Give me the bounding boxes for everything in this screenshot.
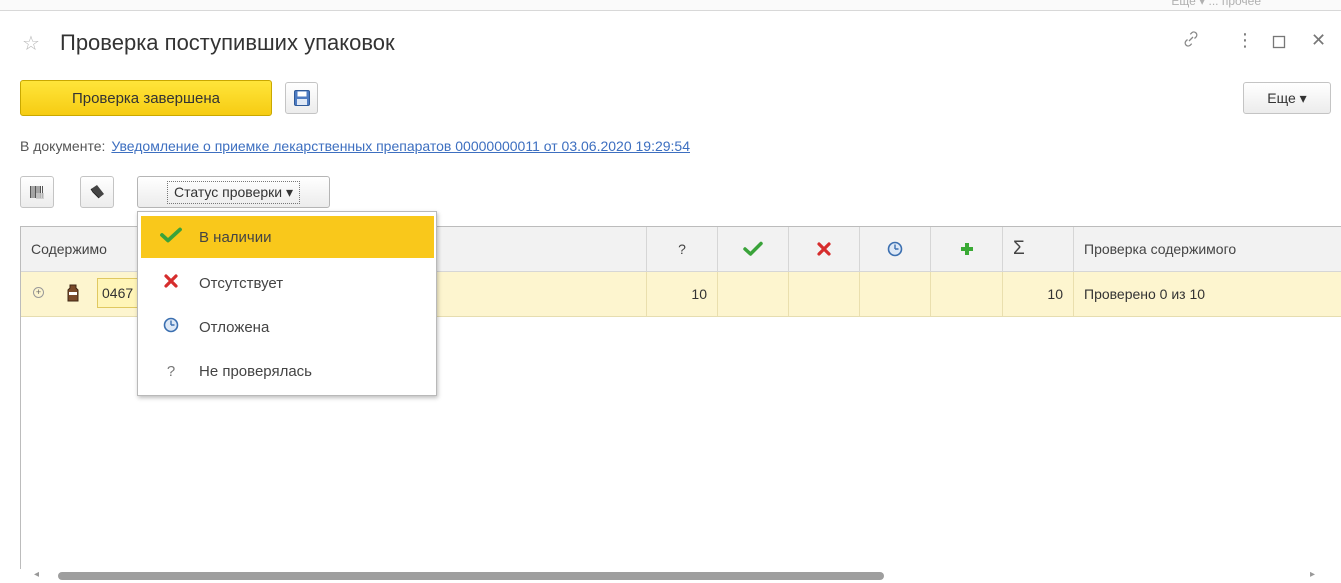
cell-present — [718, 272, 789, 316]
menu-item-label: В наличии — [199, 228, 272, 246]
cross-icon — [153, 273, 189, 293]
column-total[interactable]: Σ — [1003, 227, 1074, 271]
background-window-strip: Еще ▾ ... прочее — [0, 0, 1341, 11]
check-icon — [153, 227, 189, 247]
status-filter-label: Статус проверки ▾ — [166, 180, 300, 204]
cell-absent — [789, 272, 860, 316]
plus-icon — [960, 243, 973, 255]
menu-item-postponed[interactable]: Отложена — [141, 306, 434, 348]
column-present[interactable] — [718, 227, 789, 271]
question-icon: ? — [166, 362, 176, 380]
link-icon[interactable] — [1182, 30, 1200, 53]
scroll-left-arrow-icon[interactable]: ◂ — [34, 569, 39, 580]
column-unknown[interactable]: ? — [647, 227, 718, 271]
barcode-icon — [30, 186, 44, 199]
column-postponed[interactable] — [860, 227, 931, 271]
maximize-icon[interactable] — [1272, 33, 1286, 54]
column-added[interactable] — [931, 227, 1003, 271]
page-title: Проверка поступивших упаковок — [60, 30, 395, 55]
clock-icon — [887, 241, 903, 257]
menu-item-absent[interactable]: Отсутствует — [141, 262, 434, 304]
cross-icon — [817, 242, 831, 256]
menu-item-not-checked[interactable]: ? Не проверялась — [141, 350, 434, 392]
scroll-right-arrow-icon[interactable]: ▸ — [1310, 569, 1315, 580]
menu-item-label: Отложена — [199, 318, 270, 336]
horizontal-scrollbar[interactable]: ◂ ▸ — [20, 569, 1341, 583]
favorite-star-icon[interactable]: ☆ — [22, 31, 50, 56]
cell-unknown: 10 — [647, 272, 718, 316]
expand-icon[interactable]: + — [33, 287, 44, 298]
clock-icon — [153, 317, 189, 337]
save-button[interactable] — [285, 82, 318, 114]
cell-added — [931, 272, 1003, 316]
menu-item-present[interactable]: В наличии — [141, 216, 434, 258]
floppy-disk-icon — [293, 90, 310, 106]
status-filter-button[interactable]: Статус проверки ▾ — [137, 176, 330, 208]
status-dropdown-menu: В наличии Отсутствует Отложена ? Не пров… — [137, 211, 437, 396]
column-absent[interactable] — [789, 227, 860, 271]
document-reference: В документе: Уведомление о приемке лекарс… — [20, 138, 690, 154]
menu-item-label: Отсутствует — [199, 274, 284, 292]
check-icon — [743, 241, 763, 256]
document-link[interactable]: Уведомление о приемке лекарственных преп… — [111, 138, 690, 154]
more-button[interactable]: Еще ▾ — [1243, 82, 1331, 114]
title-bar: ☆ Проверка поступивших упаковок — [22, 28, 395, 58]
scrollbar-thumb[interactable] — [58, 572, 884, 580]
barcode-scan-button[interactable] — [20, 176, 54, 208]
cell-check-status: Проверено 0 из 10 — [1084, 286, 1206, 302]
close-icon[interactable]: ✕ — [1311, 30, 1326, 51]
check-complete-button[interactable]: Проверка завершена — [20, 80, 272, 116]
document-label: В документе: — [20, 138, 106, 154]
menu-item-label: Не проверялась — [199, 362, 312, 380]
column-check[interactable]: Проверка содержимого — [1074, 227, 1341, 271]
scanner-icon — [90, 185, 104, 199]
scanner-button[interactable] — [80, 176, 114, 208]
background-tab-text: Еще ▾ ... прочее — [1171, 0, 1261, 8]
menu-dots-icon[interactable]: ⋮ — [1236, 30, 1254, 51]
medicine-package-icon — [67, 284, 79, 302]
cell-postponed — [860, 272, 931, 316]
cell-total: 10 — [1003, 272, 1074, 316]
